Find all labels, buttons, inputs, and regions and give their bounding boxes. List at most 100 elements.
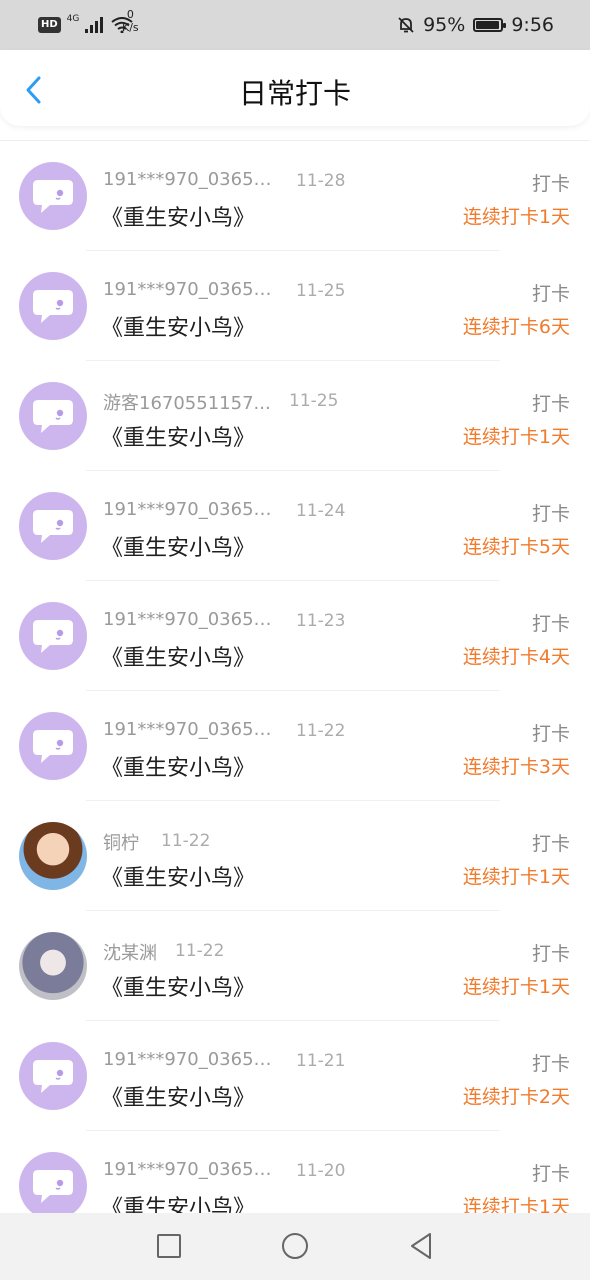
avatar[interactable] (19, 822, 87, 890)
streak-label: 连续打卡6天 (462, 316, 570, 338)
speed-unit: K/s (122, 21, 139, 34)
list-item[interactable]: 191***970_03653... 11-25 《重生安小鸟》 打卡连续打卡6天 (0, 251, 590, 361)
book-title: 《重生安小鸟》 (101, 206, 256, 231)
list-item[interactable]: 191***970_03653... 11-20 《重生安小鸟》 打卡连续打卡1天 (0, 1131, 590, 1214)
username: 191***970_03653... (103, 279, 278, 300)
chat-bubble-icon (33, 180, 73, 213)
chat-bubble-icon (33, 730, 73, 763)
list-item[interactable]: 191***970_03653... 11-21 《重生安小鸟》 打卡 连续打卡2天 (0, 1021, 590, 1131)
checkin-label: 打卡 (531, 1163, 570, 1185)
clock: 9:56 (511, 14, 554, 36)
list-item[interactable]: 191***970_03653... 11-24 《重生安小鸟》 打卡连续打卡5天 (0, 471, 590, 581)
avatar[interactable] (19, 1152, 87, 1214)
username: 沈某渊 (103, 943, 157, 964)
battery-fill (476, 21, 500, 29)
book-title: 《重生安小鸟》 (101, 976, 256, 1001)
app-header: 日常打卡 (0, 50, 590, 126)
avatar[interactable] (19, 272, 87, 340)
username: 191***970_03653... (103, 609, 278, 630)
list-item[interactable]: 191***970_03653... 11-22 《重生安小鸟》 打卡连续打卡3天 (0, 691, 590, 801)
avatar[interactable] (19, 602, 87, 670)
streak-label: 连续打卡2天 (462, 1086, 570, 1108)
book-title: 《重生安小鸟》 (101, 756, 256, 781)
avatar[interactable] (19, 382, 87, 450)
book-title: 《重生安小鸟》 (101, 866, 256, 891)
book-title: 《重生安小鸟》 (101, 1196, 256, 1214)
username: 铜柠 (103, 833, 139, 854)
streak-label: 连续打卡1天 (462, 426, 570, 448)
chat-bubble-icon (33, 620, 73, 653)
username: 191***970_03653... (103, 1159, 278, 1180)
status-left: HD 4G (38, 14, 133, 36)
checkin-label: 打卡 (531, 723, 570, 745)
checkin-label: 打卡 (531, 393, 570, 415)
circle-icon (282, 1233, 308, 1259)
username: 游客1670551157... (103, 393, 271, 414)
checkin-label: 打卡 (531, 613, 570, 635)
system-navbar (0, 1213, 590, 1280)
signal-icon (85, 17, 104, 33)
avatar[interactable] (19, 492, 87, 560)
book-title: 《重生安小鸟》 (101, 536, 256, 561)
checkin-label: 打卡 (531, 1053, 570, 1075)
list-item[interactable]: 191***970_03653... 11-23 《重生安小鸟》 打卡连续打卡4天 (0, 581, 590, 691)
checkin-date: 11-23 (296, 611, 346, 631)
list-item[interactable]: 游客1670551157... 11-25 《重生安小鸟》 打卡连续打卡1天 (0, 361, 590, 471)
hd-badge: HD (38, 17, 61, 33)
list-item[interactable]: 191***970_03653... 11-28 《重生安小鸟》 打卡连续打卡1天 (0, 141, 590, 251)
network-type: 4G (66, 14, 80, 24)
username: 191***970_03653... (103, 499, 278, 520)
status-bar: HD 4G 0 K/s 95% 9:56 (0, 0, 590, 50)
checkin-date: 11-25 (296, 281, 346, 301)
list-item[interactable]: 沈某渊 11-22 《重生安小鸟》 打卡连续打卡1天 (0, 911, 590, 1021)
triangle-back-icon (411, 1233, 431, 1259)
avatar[interactable] (19, 162, 87, 230)
checkin-list[interactable]: 191***970_03653... 11-28 《重生安小鸟》 打卡 连续打卡1天 1… (0, 140, 590, 1214)
checkin-date: 11-24 (296, 501, 346, 521)
streak-label: 连续打卡4天 (462, 646, 570, 668)
checkin-label: 打卡 (531, 943, 570, 965)
checkin-date: 11-28 (296, 171, 346, 191)
speed-value: 0 (126, 8, 134, 21)
book-title: 《重生安小鸟》 (101, 426, 256, 451)
bell-muted-icon (398, 17, 414, 33)
streak-label: 连续打卡5天 (462, 536, 570, 558)
book-title: 《重生安小鸟》 (101, 316, 256, 341)
list-item[interactable]: 铜柠 11-22 《重生安小鸟》 打卡 连续打卡1天 (0, 801, 590, 911)
chat-bubble-icon (33, 1170, 73, 1203)
page-title: 日常打卡 (238, 77, 351, 110)
recent-apps-button[interactable] (154, 1231, 184, 1261)
checkin-date: 11-20 (296, 1161, 346, 1181)
avatar[interactable] (19, 932, 87, 1000)
network-speed: 0 K/s (122, 8, 139, 34)
streak-label: 连续打卡3天 (462, 756, 570, 778)
home-button[interactable] (280, 1231, 310, 1261)
checkin-label: 打卡 (531, 283, 570, 305)
username: 191***970_03653... (103, 169, 278, 190)
chat-bubble-icon (33, 1060, 73, 1093)
chat-bubble-icon (33, 290, 73, 323)
streak-label: 连续打卡1天 (462, 206, 570, 228)
square-icon (157, 1234, 181, 1258)
battery-icon (473, 18, 507, 32)
book-title: 《重生安小鸟》 (101, 646, 256, 671)
avatar[interactable] (19, 1042, 87, 1110)
streak-label: 连续打卡1天 (462, 866, 570, 888)
checkin-date: 11-21 (296, 1051, 346, 1071)
checkin-label: 打卡 (531, 503, 570, 525)
system-back-button[interactable] (406, 1231, 436, 1261)
streak-label: 连续打卡1天 (462, 976, 570, 998)
checkin-label: 打卡 (531, 173, 570, 195)
checkin-label: 打卡 (531, 833, 570, 855)
status-right: 95% 9:56 (397, 12, 554, 38)
chat-bubble-icon (33, 400, 73, 433)
streak-label: 连续打卡1天 (462, 1196, 570, 1214)
battery-percent: 95% (423, 14, 466, 36)
username: 191***970_03653... (103, 719, 278, 740)
checkin-date: 11-25 (289, 391, 339, 411)
chat-bubble-icon (33, 510, 73, 543)
book-title: 《重生安小鸟》 (101, 1086, 256, 1111)
checkin-date: 11-22 (296, 721, 346, 741)
avatar[interactable] (19, 712, 87, 780)
checkin-date: 11-22 (175, 941, 225, 961)
